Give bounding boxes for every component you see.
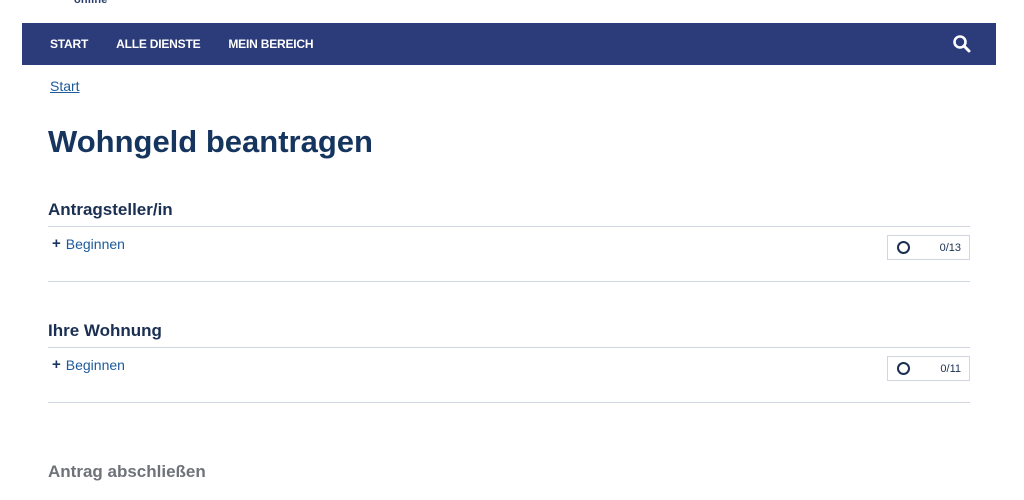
begin-link[interactable]: + Beginnen (52, 357, 125, 373)
section-title: Antragsteller/in (48, 200, 173, 219)
logo-text: online (74, 0, 108, 6)
begin-link[interactable]: + Beginnen (52, 236, 125, 252)
progress-indicator: 0/13 (887, 235, 970, 260)
page: online START ALLE DIENSTE MEIN BEREICH S… (0, 0, 1024, 500)
breadcrumb: Start (50, 78, 80, 94)
circle-status-icon (897, 241, 910, 254)
section-antragsteller: Antragsteller/in + Beginnen 0/13 (48, 199, 970, 282)
begin-link-label: Beginnen (65, 357, 125, 373)
page-title: Wohngeld beantragen (48, 124, 373, 159)
search-icon[interactable] (952, 34, 972, 54)
section-body: + Beginnen 0/13 (48, 226, 970, 282)
progress-count: 0/11 (940, 362, 961, 375)
section-title-antrag-abschliessen: Antrag abschließen (48, 462, 206, 481)
nav-item-mein-bereich[interactable]: MEIN BEREICH (228, 37, 313, 51)
progress-count: 0/13 (939, 241, 961, 254)
plus-icon: + (52, 235, 61, 252)
nav-item-alle-dienste[interactable]: ALLE DIENSTE (116, 37, 200, 51)
nav-item-start[interactable]: START (50, 37, 88, 51)
section-title: Ihre Wohnung (48, 321, 162, 340)
main-navigation: START ALLE DIENSTE MEIN BEREICH (22, 23, 996, 65)
section-body: + Beginnen 0/11 (48, 347, 970, 403)
begin-link-label: Beginnen (65, 236, 125, 252)
section-ihre-wohnung: Ihre Wohnung + Beginnen 0/11 (48, 320, 970, 403)
breadcrumb-start-link[interactable]: Start (50, 78, 80, 94)
plus-icon: + (52, 356, 61, 373)
progress-indicator: 0/11 (887, 356, 970, 381)
circle-status-icon (897, 362, 910, 375)
